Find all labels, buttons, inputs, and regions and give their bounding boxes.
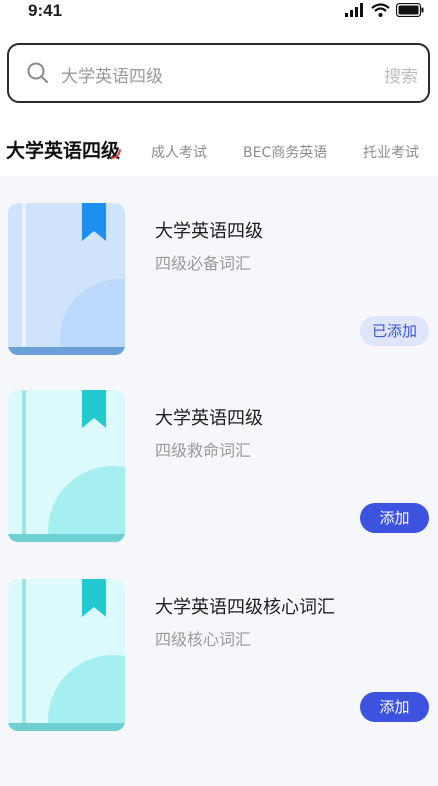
status-icons	[345, 3, 424, 17]
tab-adult-exam[interactable]: 成人考试	[151, 142, 207, 162]
battery-icon	[396, 3, 424, 17]
wordbook-card[interactable]: 大学英语四级核心词汇 四级核心词汇 添加	[0, 579, 438, 747]
book-subtitle: 四级救命词汇	[155, 441, 252, 460]
book-cover-blue	[8, 203, 125, 355]
search-icon	[27, 62, 48, 83]
search-input[interactable]: 大学英语四级	[61, 62, 163, 87]
bookmark-icon	[82, 579, 106, 617]
book-title: 大学英语四级	[155, 221, 263, 242]
added-button[interactable]: 已添加	[360, 316, 429, 346]
tab-toeic[interactable]: 托业考试	[363, 142, 419, 162]
tab-active-indicator	[111, 149, 121, 159]
category-tabs: 大学英语四级 成人考试 BEC商务英语 托业考试	[0, 134, 438, 170]
book-title: 大学英语四级	[155, 408, 263, 429]
bookmark-icon	[82, 203, 106, 241]
book-subtitle: 四级必备词汇	[155, 254, 252, 273]
tab-bec[interactable]: BEC商务英语	[243, 142, 327, 162]
tab-cet4[interactable]: 大学英语四级	[6, 136, 120, 163]
add-button[interactable]: 添加	[360, 692, 429, 722]
book-cover-teal	[8, 579, 125, 731]
wifi-icon	[371, 3, 390, 17]
bookmark-icon	[82, 390, 106, 428]
status-time: 9:41	[28, 1, 63, 20]
status-bar: 9:41	[0, 0, 438, 26]
book-title: 大学英语四级核心词汇	[155, 597, 335, 618]
search-bar[interactable]: 大学英语四级 搜索	[7, 43, 430, 103]
wordbook-card[interactable]: 大学英语四级 四级必备词汇 已添加	[0, 203, 438, 371]
signal-icon	[345, 3, 363, 17]
book-subtitle: 四级核心词汇	[155, 630, 252, 649]
add-button[interactable]: 添加	[360, 503, 429, 533]
book-cover-teal	[8, 390, 125, 542]
search-button[interactable]: 搜索	[384, 62, 418, 87]
wordbook-card[interactable]: 大学英语四级 四级救命词汇 添加	[0, 390, 438, 558]
